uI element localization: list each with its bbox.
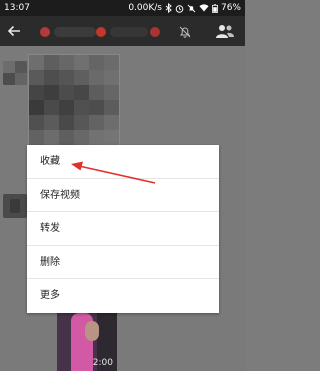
status-bar: 13:07 0.00K/s 76%	[0, 0, 245, 16]
video-duration: 2:00	[92, 358, 113, 368]
back-arrow-icon[interactable]	[6, 23, 22, 39]
menu-item-save-video[interactable]: 保存视频	[27, 179, 219, 213]
title-bar	[0, 16, 245, 46]
bluetooth-icon	[165, 3, 172, 13]
status-icons: 0.00K/s 76%	[128, 0, 241, 16]
avatar[interactable]	[3, 194, 27, 218]
profile-icon[interactable]	[215, 23, 235, 39]
alarm-icon	[175, 4, 184, 13]
battery-icon	[212, 3, 218, 13]
contact-name-redacted	[40, 26, 190, 38]
status-time: 13:07	[4, 3, 30, 13]
video-message[interactable]: 2:00	[57, 311, 117, 371]
menu-item-favorite[interactable]: 收藏	[27, 145, 219, 179]
menu-item-delete[interactable]: 删除	[27, 246, 219, 280]
image-message[interactable]	[28, 54, 120, 146]
avatar[interactable]	[3, 61, 27, 85]
mute-icon	[187, 4, 196, 12]
wifi-icon	[199, 4, 209, 12]
mute-icon	[179, 26, 191, 38]
network-speed: 0.00K/s	[128, 3, 162, 13]
menu-item-more[interactable]: 更多	[27, 279, 219, 313]
context-menu: 收藏 保存视频 转发 删除 更多	[27, 145, 219, 313]
battery-percent: 76%	[220, 3, 241, 13]
menu-item-forward[interactable]: 转发	[27, 212, 219, 246]
